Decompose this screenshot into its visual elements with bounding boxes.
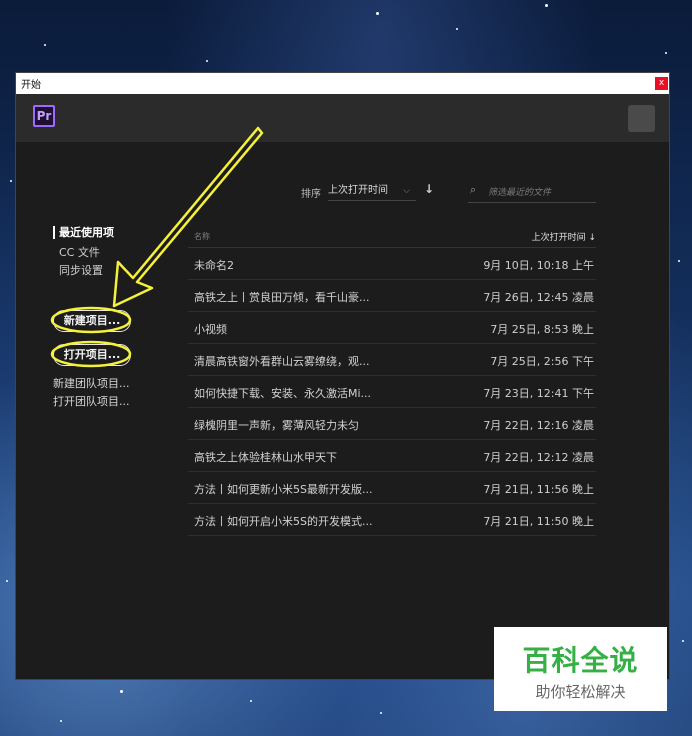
star [44, 44, 46, 46]
search-field[interactable]: ⌕ 筛选最近的文件 [468, 180, 596, 203]
table-row[interactable]: 方法丨如何更新小米5S最新开发版... 7月 21日, 11:56 晚上 [188, 472, 596, 504]
file-name: 高铁之上丨赏良田万倾，看千山豪... [194, 291, 370, 304]
file-date: 7月 21日, 11:56 晚上 [483, 483, 594, 496]
search-placeholder: 筛选最近的文件 [488, 188, 552, 198]
watermark-subtitle: 助你轻松解决 [535, 683, 626, 701]
close-button[interactable]: x [655, 77, 668, 90]
open-team-project-link[interactable]: 打开团队项目... [53, 393, 130, 409]
column-header-name[interactable]: 名称 [194, 231, 210, 242]
file-date: 7月 25日, 2:56 下午 [490, 355, 594, 368]
file-date: 7月 23日, 12:41 下午 [483, 387, 594, 400]
column-header-date[interactable]: 上次打开时间 ↓ [532, 230, 596, 243]
watermark: 百科全说 助你轻松解决 [494, 627, 667, 711]
account-button[interactable] [628, 105, 655, 132]
sort-label: 排序 [301, 189, 321, 200]
star [120, 690, 123, 693]
table-row[interactable]: 如何快捷下载、安装、永久激活Mi... 7月 23日, 12:41 下午 [188, 376, 596, 408]
new-team-project-link[interactable]: 新建团队项目... [53, 375, 130, 391]
file-name: 方法丨如何更新小米5S最新开发版... [194, 483, 373, 496]
table-header: 名称 上次打开时间 ↓ [188, 223, 596, 248]
sort-direction-icon[interactable]: ↓ [424, 182, 434, 196]
file-name: 高铁之上体验桂林山水甲天下 [194, 451, 337, 464]
star [250, 700, 252, 702]
table-row[interactable]: 小视频 7月 25日, 8:53 晚上 [188, 312, 596, 344]
file-name: 小视频 [194, 323, 227, 336]
table-row[interactable]: 清晨高铁窗外看群山云雾缭绕，观... 7月 25日, 2:56 下午 [188, 344, 596, 376]
star [380, 712, 382, 714]
file-date: 7月 26日, 12:45 凌晨 [483, 291, 594, 304]
chevron-down-icon: ⌵ [403, 186, 410, 196]
table-row[interactable]: 未命名2 9月 10日, 10:18 上午 [188, 248, 596, 280]
recent-files-table: 名称 上次打开时间 ↓ 未命名2 9月 10日, 10:18 上午 高铁之上丨赏良… [188, 223, 596, 536]
file-name: 绿槐阴里一声新，雾薄风轻力未匀 [194, 419, 359, 432]
file-date: 7月 25日, 8:53 晚上 [490, 323, 594, 336]
star [10, 180, 12, 182]
table-row[interactable]: 高铁之上体验桂林山水甲天下 7月 22日, 12:12 凌晨 [188, 440, 596, 472]
search-icon: ⌕ [470, 183, 477, 196]
file-name: 清晨高铁窗外看群山云雾缭绕，观... [194, 355, 370, 368]
star [678, 260, 680, 262]
sort-value: 上次打开时间 [328, 185, 388, 196]
star [665, 52, 667, 54]
star [6, 580, 8, 582]
file-name: 未命名2 [194, 259, 234, 272]
nav-sync-settings[interactable]: 同步设置 [59, 262, 103, 278]
new-project-button[interactable]: 新建项目... [53, 310, 131, 332]
file-name: 方法丨如何开启小米5S的开发模式... [194, 515, 373, 528]
file-date: 7月 22日, 12:16 凌晨 [483, 419, 594, 432]
header-bar: Pr [16, 94, 669, 142]
file-date: 7月 22日, 12:12 凌晨 [483, 451, 594, 464]
watermark-title: 百科全说 [522, 644, 639, 677]
premiere-logo-icon: Pr [33, 105, 55, 127]
file-name: 如何快捷下载、安装、永久激活Mi... [194, 387, 372, 400]
star [206, 60, 208, 62]
open-project-button[interactable]: 打开项目... [53, 344, 131, 366]
nav-recent[interactable]: 最近使用项 [53, 226, 114, 239]
star [682, 640, 684, 642]
main-content: 最近使用项 CC 文件 同步设置 新建项目... 打开项目... 新建团队项目.… [16, 142, 669, 679]
star [456, 28, 458, 30]
table-row[interactable]: 绿槐阴里一声新，雾薄风轻力未匀 7月 22日, 12:16 凌晨 [188, 408, 596, 440]
table-row[interactable]: 方法丨如何开启小米5S的开发模式... 7月 21日, 11:50 晚上 [188, 504, 596, 536]
star [376, 12, 379, 15]
file-date: 9月 10日, 10:18 上午 [483, 259, 594, 272]
sort-dropdown[interactable]: 上次打开时间 ⌵ [328, 182, 416, 201]
table-row[interactable]: 高铁之上丨赏良田万倾，看千山豪... 7月 26日, 12:45 凌晨 [188, 280, 596, 312]
file-date: 7月 21日, 11:50 晚上 [483, 515, 594, 528]
star [60, 720, 62, 722]
window-title: 开始 [21, 80, 41, 91]
star [545, 4, 548, 7]
nav-cc-files[interactable]: CC 文件 [59, 244, 100, 260]
start-dialog: 开始 x Pr 最近使用项 CC 文件 同步设置 新建项目... 打开项目...… [16, 73, 669, 679]
title-bar[interactable]: 开始 x [16, 73, 669, 94]
